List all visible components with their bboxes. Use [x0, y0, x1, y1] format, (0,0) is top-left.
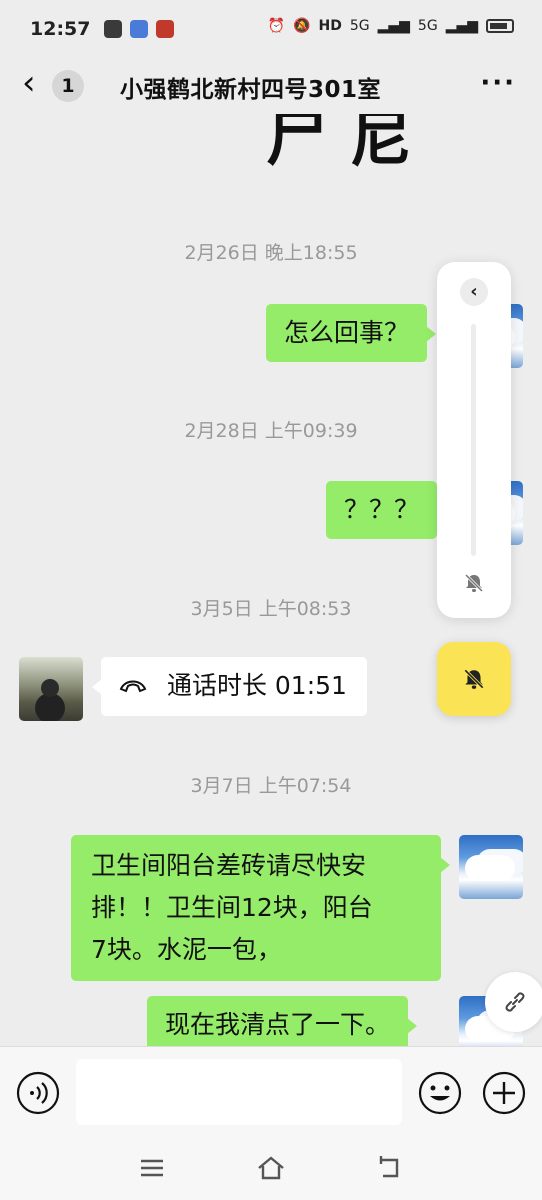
battery-icon: [486, 19, 514, 33]
status-indicators: ⏰ 🔕 HD 5G ▂▄▆ 5G ▂▄▆: [268, 18, 514, 34]
more-options-button[interactable]: ···: [480, 68, 516, 98]
message-timestamp: 2月26日 晚上18:55: [184, 242, 358, 264]
message-text: ？？？: [344, 495, 420, 524]
bell-off-icon[interactable]: [463, 572, 485, 594]
alarm-icon: ⏰: [267, 18, 286, 34]
hd-icon: HD: [318, 18, 342, 34]
message-text-line: 排！！卫生间12块，阳台: [91, 893, 373, 922]
outgoing-message[interactable]: ？？？: [326, 481, 447, 539]
signal-icon: ▂▄▆: [445, 18, 478, 34]
link-button[interactable]: [485, 972, 542, 1032]
menu-icon[interactable]: [137, 1154, 167, 1182]
app-notification-icon: [156, 20, 175, 38]
signal-icon: ▂▄▆: [377, 18, 410, 34]
volume-slider[interactable]: [471, 324, 476, 556]
back-nav-icon[interactable]: [377, 1154, 407, 1182]
bell-off-icon: [464, 669, 484, 689]
back-button[interactable]: ‹: [22, 66, 52, 102]
link-icon: [505, 992, 525, 1012]
unread-count-badge[interactable]: 1: [52, 70, 84, 102]
my-avatar[interactable]: [459, 835, 523, 899]
outgoing-message[interactable]: 怎么回事？: [266, 304, 437, 362]
call-record-message[interactable]: 通话时长 01:51: [92, 657, 367, 716]
system-navigation-bar: [0, 1136, 542, 1200]
chat-title: 小强鹤北新村四号301室: [120, 77, 382, 103]
message-text-line: 7块。水泥一包，: [91, 935, 282, 964]
app-notification-icon: [104, 20, 123, 38]
message-text: 现在我清点了一下。: [165, 1010, 391, 1039]
network-label: 5G: [349, 18, 370, 34]
collapse-panel-button[interactable]: ‹: [460, 278, 488, 306]
message-input-bar: [0, 1046, 542, 1136]
message-text-line: 卫生间阳台差砖请尽快安: [91, 851, 367, 880]
floating-volume-panel: ‹: [437, 262, 511, 618]
message-text: 怎么回事？: [284, 318, 410, 347]
app-notification-icon: [130, 20, 149, 38]
message-text-input[interactable]: [76, 1059, 402, 1125]
mute-icon: 🔕: [293, 18, 311, 34]
message-timestamp: 3月7日 上午07:54: [190, 775, 352, 797]
emoji-button[interactable]: [418, 1071, 462, 1115]
chat-header: ‹ 1 小强鹤北新村四号301室 ···: [0, 58, 542, 114]
network-label: 5G: [417, 18, 438, 34]
status-time: 12:57: [30, 18, 91, 40]
call-duration-text: 通话时长 01:51: [166, 671, 347, 700]
home-icon[interactable]: [256, 1154, 286, 1182]
previous-message-fragment: 尸 尼: [266, 114, 412, 175]
voice-input-button[interactable]: [16, 1071, 60, 1115]
status-bar: 12:57 ⏰ 🔕 HD 5G ▂▄▆ 5G ▂▄▆: [0, 0, 542, 58]
outgoing-message[interactable]: 卫生间阳台差砖请尽快安 排！！卫生间12块，阳台 7块。水泥一包，: [71, 835, 450, 981]
mute-toggle-button[interactable]: [437, 642, 511, 716]
contact-avatar[interactable]: [19, 657, 83, 721]
more-functions-button[interactable]: [482, 1071, 526, 1115]
outgoing-message[interactable]: 现在我清点了一下。: [147, 996, 418, 1046]
phone-hangup-icon: [119, 666, 149, 708]
